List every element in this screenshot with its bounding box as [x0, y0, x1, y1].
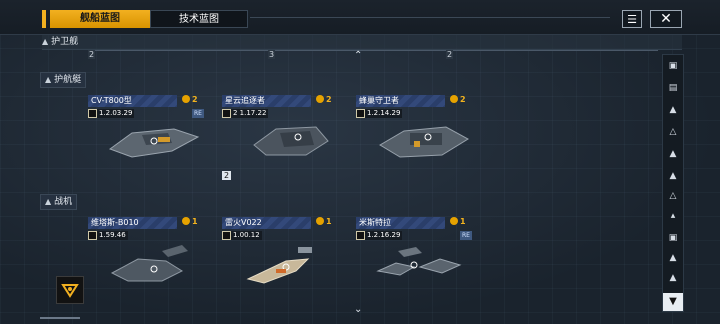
blueprint-count: 2 [326, 95, 332, 104]
section-escort[interactable]: ▲ 护卫舰 [42, 35, 682, 50]
filter-icon: ▼ [669, 296, 677, 307]
faction-icon [61, 284, 79, 298]
ship-image [102, 237, 202, 287]
carrier-icon[interactable]: ▤ [666, 81, 680, 95]
ruler-mark: 2 [446, 50, 454, 59]
ruler-mark: 2 [88, 50, 96, 59]
ship-card[interactable]: 星云追逐者 2 2 1.17.22 2 [222, 95, 337, 185]
ship-image [236, 237, 336, 287]
filter-button[interactable]: ▼ [663, 293, 683, 311]
frigate-icon[interactable]: ▲ [666, 147, 680, 161]
destroyer-icon[interactable]: △ [666, 125, 680, 139]
scrollbar[interactable] [40, 317, 80, 319]
stat-icon [222, 231, 231, 240]
ship-icon[interactable]: ▣ [666, 59, 680, 73]
scroll-down-icon[interactable]: ⌄ [354, 304, 362, 315]
document-list-button[interactable]: ☰ [622, 10, 642, 28]
ship-image [236, 115, 336, 165]
blueprint-count-icon [316, 217, 324, 225]
escort-icon[interactable]: ▲ [666, 169, 680, 183]
ship-name: CV-T800型 [88, 95, 177, 107]
ship-image [370, 237, 470, 287]
tier-ruler: 2 3 2 [88, 50, 658, 59]
ship-card[interactable]: 维塔斯-B010 1 1.59.46 [88, 217, 203, 307]
ship-name: 星云追逐者 [222, 95, 311, 107]
section-fighter[interactable]: ▲ 战机 [40, 194, 78, 210]
fighter-icon[interactable]: ▴ [666, 209, 680, 223]
document-list-icon: ☰ [627, 12, 637, 26]
divider [250, 17, 610, 18]
stat-icon [356, 109, 365, 118]
ship-name: 蜂巢守卫者 [356, 95, 445, 107]
fighter-icon: ▲ [45, 197, 52, 206]
ship-name: 维塔斯-B010 [88, 217, 177, 229]
ship-card[interactable]: 蜂巢守卫者 2 1.2.14.29 [356, 95, 471, 185]
support-icon[interactable]: ▲ [666, 251, 680, 265]
ship-card[interactable]: CV-T800型 2 1.2.03.29 RE [88, 95, 204, 185]
stat-icon [222, 109, 231, 118]
blueprint-count: 2 [460, 95, 466, 104]
misc-icon[interactable]: ▲ [666, 271, 680, 285]
blueprint-count-icon [316, 95, 324, 103]
blueprint-count-icon [450, 217, 458, 225]
ship-card[interactable]: 雷火V022 1 1.00.12 [222, 217, 337, 307]
section-corvette[interactable]: ▲ 护航艇 [40, 72, 87, 88]
blueprint-count: 1 [460, 217, 466, 226]
tier-badge: 2 [222, 171, 232, 180]
blueprint-count-icon [182, 95, 190, 103]
stat-icon [356, 231, 365, 240]
tab-tech-blueprints[interactable]: 技术蓝图 [150, 10, 248, 28]
scroll-up-icon[interactable]: ⌃ [354, 50, 362, 61]
ship-card[interactable]: 米斯特拉 1 1.2.16.29 RE [356, 217, 472, 307]
close-button[interactable]: ✕ [650, 10, 682, 28]
blueprint-count: 1 [192, 217, 198, 226]
stat-icon [88, 231, 97, 240]
ship-name: 米斯特拉 [356, 217, 445, 229]
corvette-icon[interactable]: △ [666, 189, 680, 203]
ruler-mark: 3 [268, 50, 276, 59]
triangle-icon: ▲ [42, 37, 49, 46]
ship-image [102, 115, 202, 165]
ship-name: 雷火V022 [222, 217, 311, 229]
faction-badge[interactable] [56, 276, 84, 304]
drone-icon[interactable]: ▣ [666, 231, 680, 245]
blueprint-count: 1 [326, 217, 332, 226]
cruiser-icon[interactable]: ▲ [666, 103, 680, 117]
blueprint-count: 2 [192, 95, 198, 104]
tab-ship-blueprints[interactable]: 舰船蓝图 [42, 10, 150, 28]
close-icon: ✕ [660, 11, 672, 27]
blueprint-count-icon [182, 217, 190, 225]
ship-type-sidebar: ▣ ▤ ▲ △ ▲ ▲ △ ▴ ▣ ▲ ▲ ▼ [662, 54, 684, 312]
top-bar: 舰船蓝图 技术蓝图 ☰ ✕ [0, 0, 720, 35]
stat-icon [88, 109, 97, 118]
ship-image [370, 115, 470, 165]
corvette-icon: ▲ [45, 75, 52, 84]
blueprint-count-icon [450, 95, 458, 103]
